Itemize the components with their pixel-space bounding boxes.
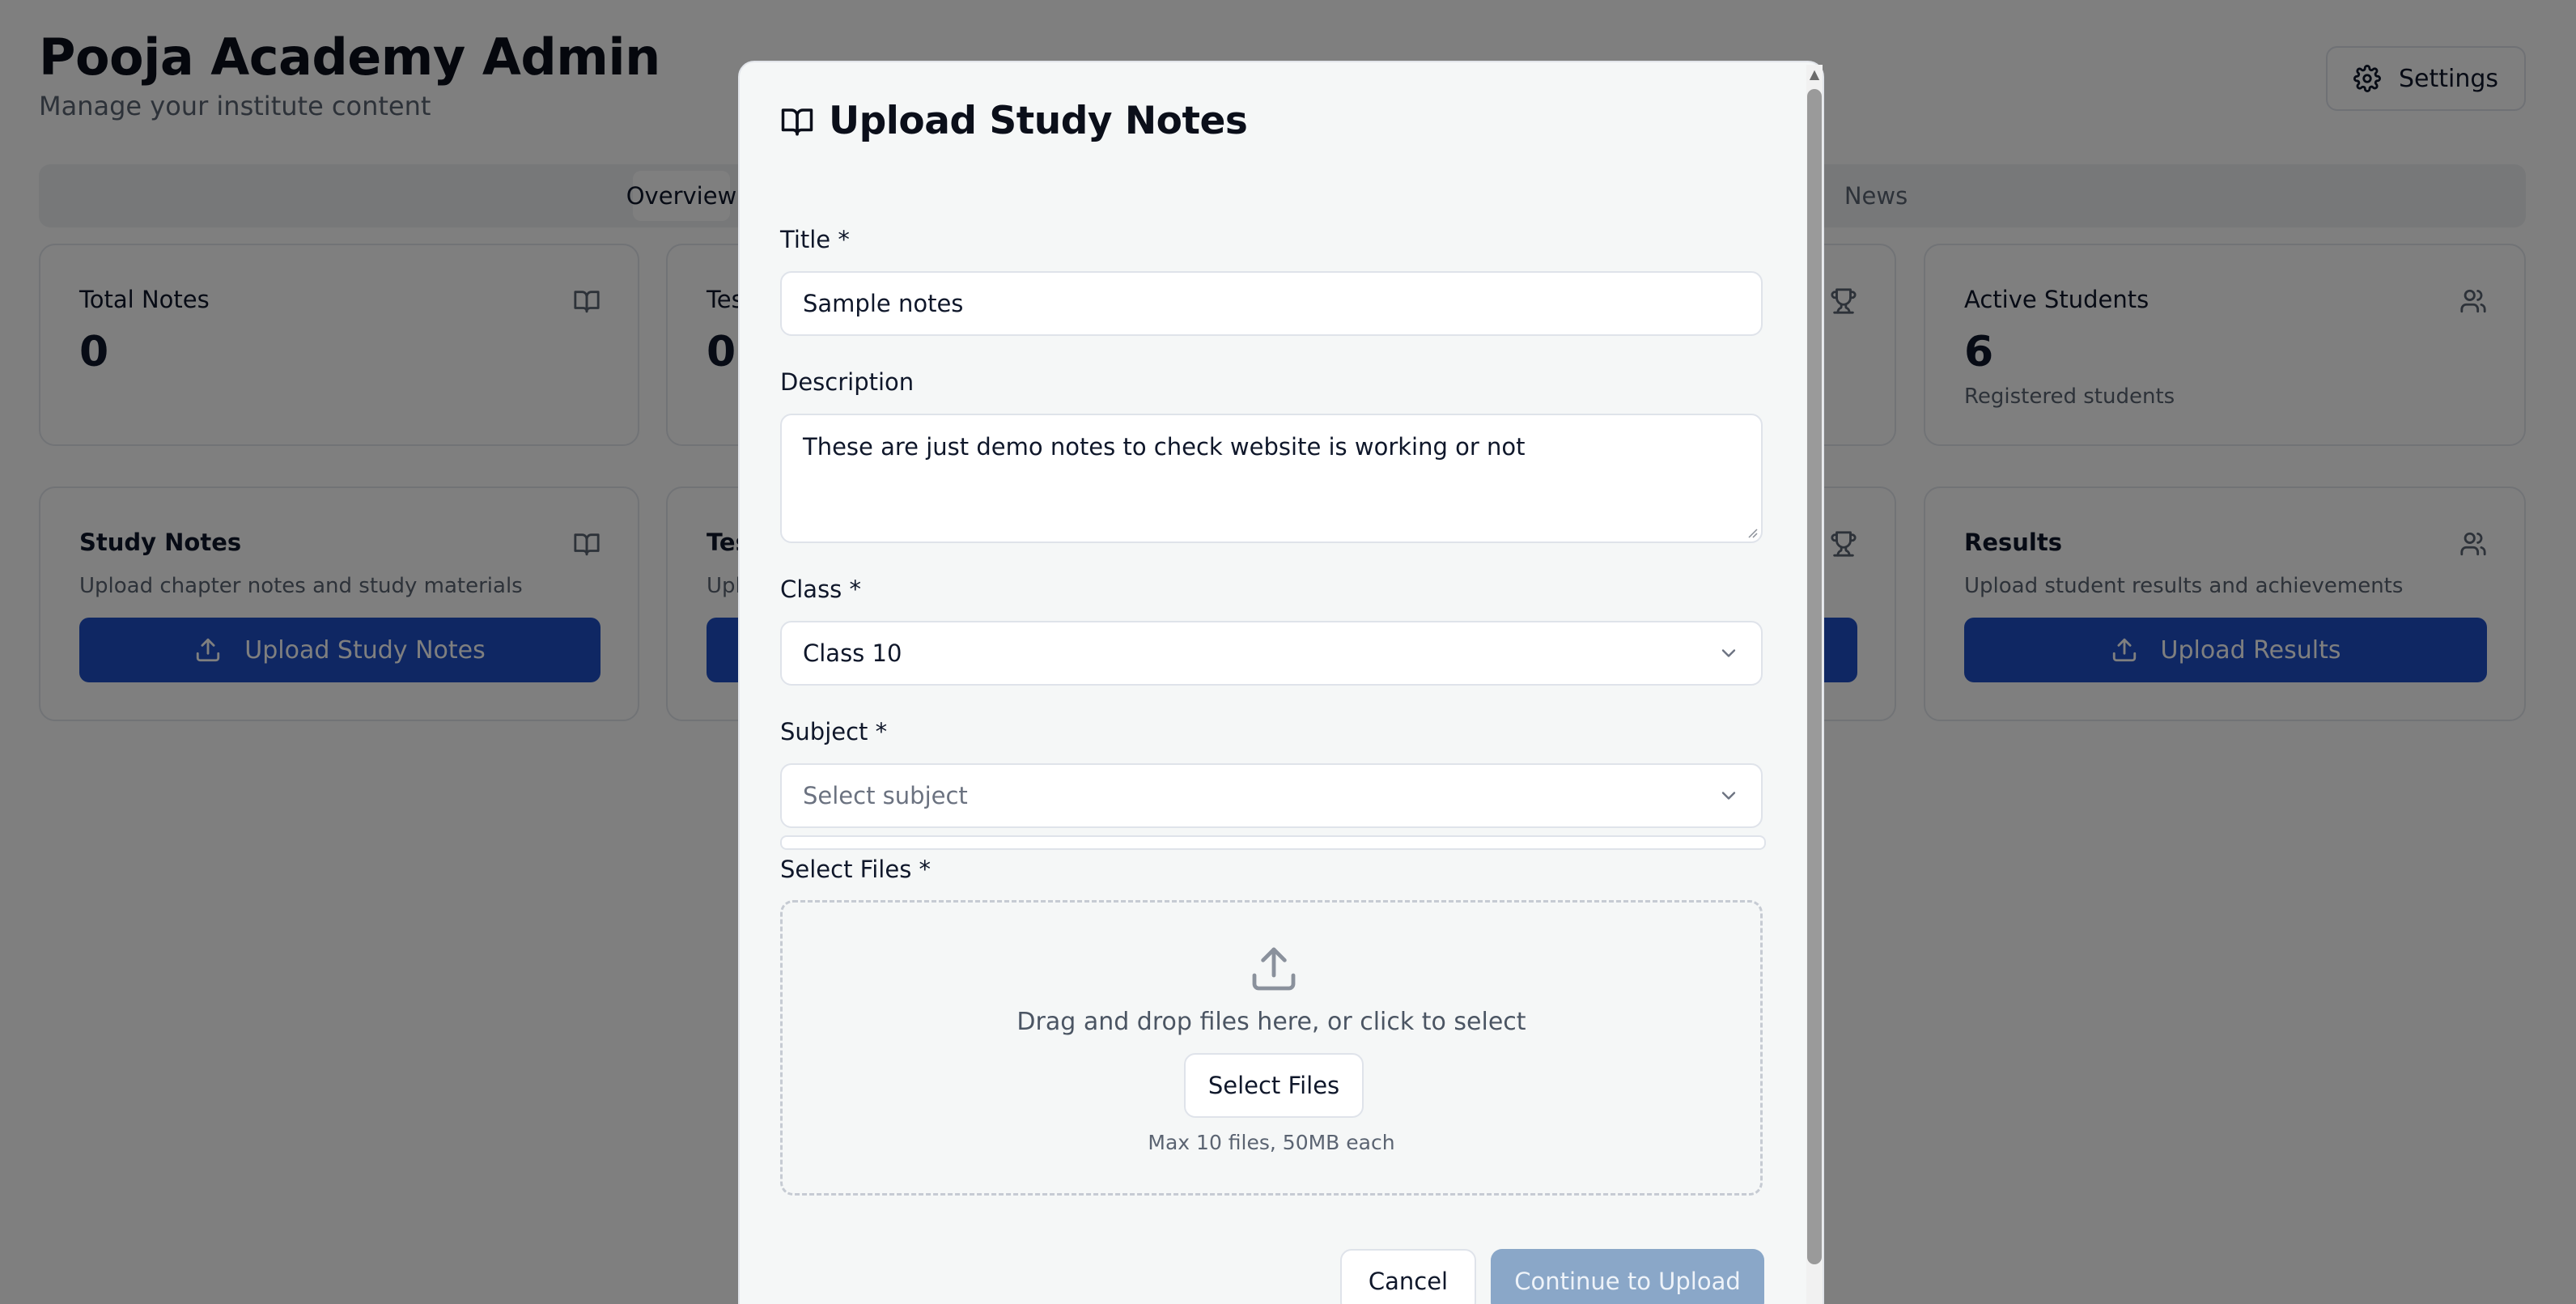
- continue-to-upload-button[interactable]: Continue to Upload: [1491, 1249, 1764, 1304]
- dropzone-note: Max 10 files, 50MB each: [1148, 1131, 1395, 1154]
- class-value: Class 10: [803, 639, 902, 667]
- title-label: Title *: [780, 226, 850, 253]
- description-text: These are just demo notes to check websi…: [803, 433, 1526, 461]
- scroll-up-arrow-icon[interactable]: ▲: [1806, 65, 1823, 83]
- class-label: Class *: [780, 576, 862, 603]
- dialog-scrollbar-thumb[interactable]: [1807, 89, 1822, 1264]
- title-input[interactable]: Sample notes: [780, 271, 1763, 336]
- description-label: Description: [780, 368, 915, 396]
- class-select[interactable]: Class 10: [780, 621, 1763, 686]
- files-label: Select Files *: [780, 856, 932, 883]
- subject-placeholder: Select subject: [803, 782, 968, 809]
- dialog-title: Upload Study Notes: [829, 99, 1248, 143]
- resize-handle-icon[interactable]: [1746, 527, 1758, 538]
- cancel-button[interactable]: Cancel: [1340, 1249, 1476, 1304]
- dropzone-text: Drag and drop files here, or click to se…: [1016, 1008, 1526, 1036]
- select-files-button[interactable]: Select Files: [1184, 1053, 1364, 1118]
- chevron-down-icon: [1721, 649, 1736, 657]
- subject-label: Subject *: [780, 718, 888, 745]
- subject-select[interactable]: Select subject: [780, 763, 1763, 828]
- upload-icon: [1252, 947, 1296, 991]
- dialog-header: Upload Study Notes: [780, 99, 1248, 143]
- book-open-icon: [781, 108, 813, 135]
- chevron-down-icon: [1721, 792, 1736, 800]
- file-dropzone[interactable]: Drag and drop files here, or click to se…: [780, 900, 1763, 1196]
- description-textarea[interactable]: These are just demo notes to check websi…: [780, 414, 1763, 543]
- upload-study-notes-dialog: Upload Study Notes Title * Sample notes …: [738, 61, 1824, 1304]
- subject-dropdown-list[interactable]: [780, 835, 1766, 850]
